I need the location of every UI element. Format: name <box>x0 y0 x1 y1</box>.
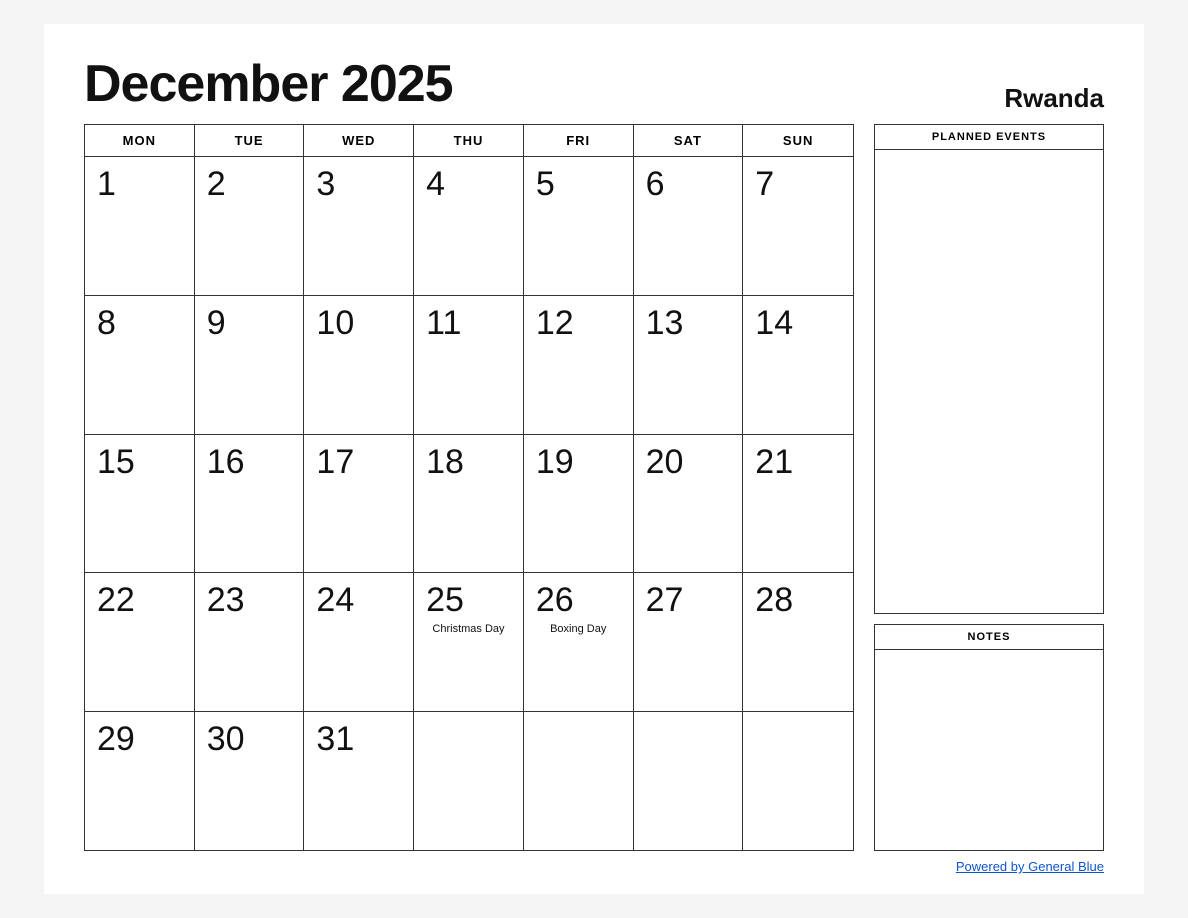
day-number: 11 <box>426 306 461 340</box>
calendar-cell-6: 6 <box>634 157 744 295</box>
calendar-row-1: 8 9 10 11 12 13 14 <box>85 296 853 435</box>
holiday-label: Christmas Day <box>426 623 511 635</box>
day-number: 17 <box>316 445 354 479</box>
calendar-cell-2: 2 <box>195 157 305 295</box>
day-number: 16 <box>207 445 245 479</box>
day-number: 31 <box>316 722 354 756</box>
day-number: 7 <box>755 167 774 201</box>
calendar-row-4: 29 30 31 <box>85 712 853 850</box>
day-number: 30 <box>207 722 245 756</box>
calendar-cell-5: 5 <box>524 157 634 295</box>
header: December 2025 Rwanda <box>84 54 1104 114</box>
day-number: 4 <box>426 167 445 201</box>
day-number: 29 <box>97 722 135 756</box>
calendar-grid: MONTUEWEDTHUFRISATSUN 123456789101112131… <box>84 124 854 851</box>
powered-by-link[interactable]: Powered by General Blue <box>956 859 1104 874</box>
sidebar: PLANNED EVENTS NOTES <box>874 124 1104 851</box>
day-number: 20 <box>646 445 684 479</box>
calendar-section: MONTUEWEDTHUFRISATSUN 123456789101112131… <box>84 124 854 851</box>
day-number: 27 <box>646 583 684 617</box>
day-header-fri: FRI <box>524 125 634 156</box>
calendar-cell-20: 20 <box>634 435 744 573</box>
day-header-thu: THU <box>414 125 524 156</box>
day-number: 28 <box>755 583 793 617</box>
day-header-sun: SUN <box>743 125 853 156</box>
calendar-cell-10: 10 <box>304 296 414 434</box>
calendar-cell-14: 14 <box>743 296 853 434</box>
day-number: 24 <box>316 583 354 617</box>
country-label: Rwanda <box>1004 83 1104 114</box>
calendar-cell-25: 25 Christmas Day <box>414 573 524 711</box>
day-header-wed: WED <box>304 125 414 156</box>
calendar-cell-12: 12 <box>524 296 634 434</box>
day-number: 1 <box>97 167 116 201</box>
calendar-cell-18: 18 <box>414 435 524 573</box>
day-number: 5 <box>536 167 555 201</box>
calendar-cell-3: 3 <box>304 157 414 295</box>
day-number: 3 <box>316 167 335 201</box>
calendar-cell-empty-6 <box>743 712 853 850</box>
day-number: 12 <box>536 306 574 340</box>
calendar-cell-15: 15 <box>85 435 195 573</box>
notes-body <box>875 650 1103 850</box>
day-number: 9 <box>207 306 226 340</box>
day-number: 8 <box>97 306 116 340</box>
day-header-sat: SAT <box>634 125 744 156</box>
day-number: 18 <box>426 445 464 479</box>
day-number: 19 <box>536 445 574 479</box>
day-number: 10 <box>316 306 354 340</box>
calendar-cell-31: 31 <box>304 712 414 850</box>
calendar-cell-23: 23 <box>195 573 305 711</box>
calendar-cell-26: 26 Boxing Day <box>524 573 634 711</box>
calendar-cell-11: 11 <box>414 296 524 434</box>
calendar-cell-empty-4 <box>524 712 634 850</box>
notes-header: NOTES <box>875 625 1103 650</box>
calendar-row-2: 15 16 17 18 19 20 21 <box>85 435 853 574</box>
planned-events-box: PLANNED EVENTS <box>874 124 1104 614</box>
day-number: 23 <box>207 583 245 617</box>
calendar-cell-30: 30 <box>195 712 305 850</box>
day-number: 14 <box>755 306 793 340</box>
calendar-cell-19: 19 <box>524 435 634 573</box>
calendar-cell-17: 17 <box>304 435 414 573</box>
calendar-cell-1: 1 <box>85 157 195 295</box>
footer: Powered by General Blue <box>84 851 1104 874</box>
day-header-mon: MON <box>85 125 195 156</box>
calendar-cell-9: 9 <box>195 296 305 434</box>
holiday-label: Boxing Day <box>536 623 621 635</box>
calendar-cell-13: 13 <box>634 296 744 434</box>
planned-events-body <box>875 150 1103 613</box>
day-number: 22 <box>97 583 135 617</box>
day-number: 21 <box>755 445 793 479</box>
calendar-cell-empty-5 <box>634 712 744 850</box>
day-number: 6 <box>646 167 665 201</box>
calendar-cell-4: 4 <box>414 157 524 295</box>
day-headers: MONTUEWEDTHUFRISATSUN <box>85 125 853 157</box>
calendar-row-0: 1 2 3 4 5 6 7 <box>85 157 853 296</box>
calendar-cell-16: 16 <box>195 435 305 573</box>
calendar-cell-28: 28 <box>743 573 853 711</box>
calendar-cell-empty-3 <box>414 712 524 850</box>
main-content: MONTUEWEDTHUFRISATSUN 123456789101112131… <box>84 124 1104 851</box>
calendar-cell-29: 29 <box>85 712 195 850</box>
calendar-cell-22: 22 <box>85 573 195 711</box>
day-number: 13 <box>646 306 684 340</box>
day-header-tue: TUE <box>195 125 305 156</box>
calendar-cell-8: 8 <box>85 296 195 434</box>
page: December 2025 Rwanda MONTUEWEDTHUFRISATS… <box>44 24 1144 894</box>
page-title: December 2025 <box>84 54 453 114</box>
calendar-body: 1234567891011121314151617181920212223242… <box>85 157 853 850</box>
calendar-cell-7: 7 <box>743 157 853 295</box>
notes-box: NOTES <box>874 624 1104 851</box>
planned-events-header: PLANNED EVENTS <box>875 125 1103 150</box>
day-number: 26 <box>536 583 574 617</box>
day-number: 15 <box>97 445 135 479</box>
calendar-cell-27: 27 <box>634 573 744 711</box>
calendar-cell-24: 24 <box>304 573 414 711</box>
day-number: 25 <box>426 583 464 617</box>
calendar-cell-21: 21 <box>743 435 853 573</box>
calendar-row-3: 22 23 24 25 Christmas Day 26 Boxing Day 27 28 <box>85 573 853 712</box>
day-number: 2 <box>207 167 226 201</box>
